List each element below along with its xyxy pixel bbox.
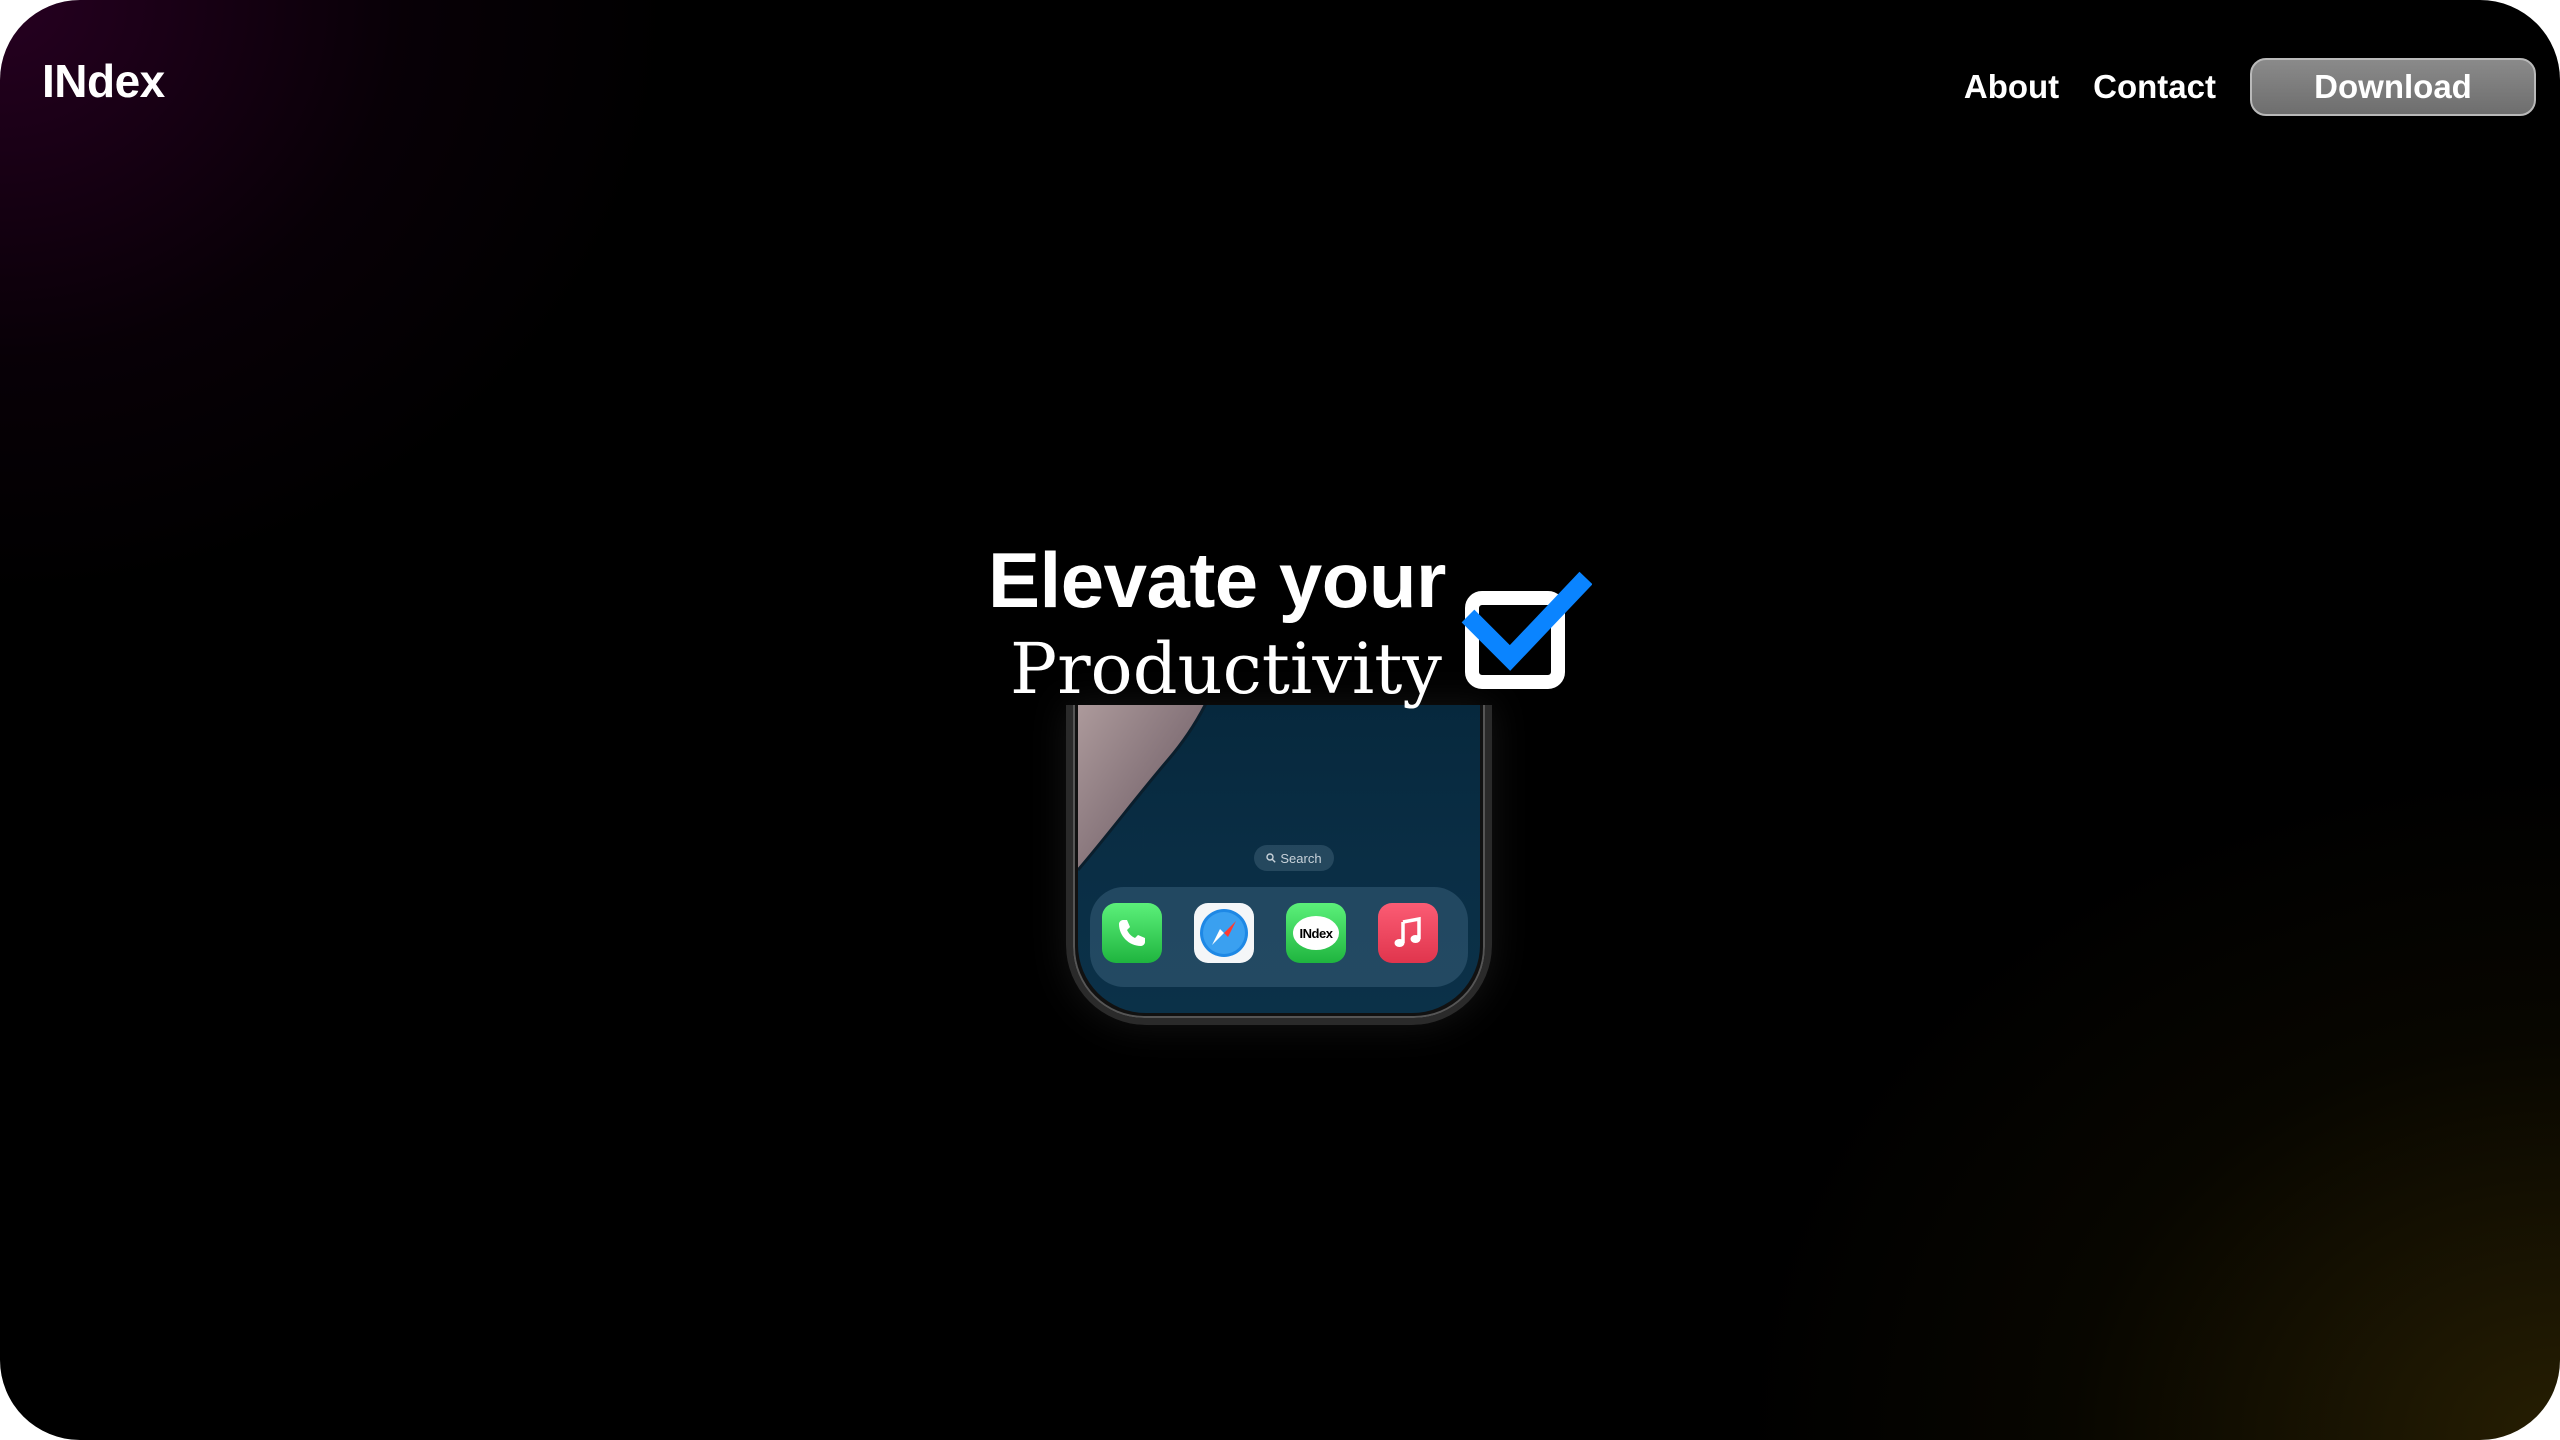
dock-app-safari[interactable] (1194, 903, 1254, 963)
hero-title: Elevate your (988, 536, 1446, 624)
phone-icon (1119, 920, 1145, 946)
nav-link-contact[interactable]: Contact (2093, 68, 2216, 106)
nav-link-about[interactable]: About (1964, 68, 2059, 106)
phone-screen: Search INdex (1078, 705, 1480, 1013)
message-bubble-icon: INdex (1293, 916, 1339, 950)
hero-subtitle: Productivity (1010, 628, 1442, 710)
search-icon (1266, 853, 1277, 863)
download-button[interactable]: Download (2250, 58, 2536, 116)
dock-app-music[interactable] (1378, 903, 1438, 963)
dock-app-phone[interactable] (1102, 903, 1162, 963)
dock-app-messages[interactable]: INdex (1286, 903, 1346, 963)
compass-icon (1200, 909, 1248, 957)
logo[interactable]: INdex (42, 54, 165, 108)
top-nav: About Contact Download (1964, 57, 2536, 117)
search-label: Search (1280, 850, 1322, 866)
page-frame: INdex About Contact Download Elevate you… (0, 0, 2560, 1440)
home-search-pill[interactable]: Search (1254, 845, 1334, 871)
music-note-icon (1394, 916, 1421, 947)
phone-mockup: Search INdex (1066, 705, 1492, 1025)
